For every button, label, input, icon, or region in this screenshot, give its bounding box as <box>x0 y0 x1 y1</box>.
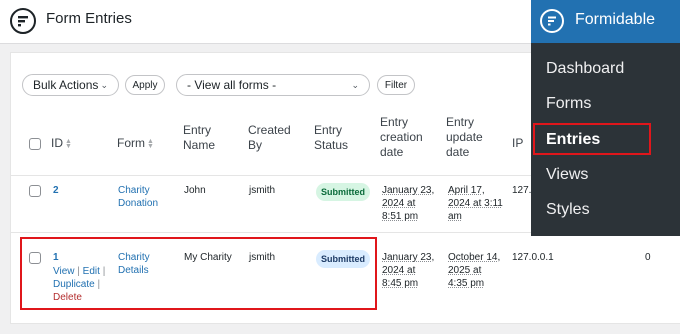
creation-date-line3: 8:45 pm <box>382 278 419 289</box>
formidable-logo-icon <box>10 8 36 34</box>
menu-item-forms[interactable]: Forms <box>546 95 591 113</box>
column-update-date-line3: date <box>446 145 470 159</box>
column-update-date-line2: update <box>446 130 483 144</box>
ip-address: 127.0.0.1 <box>512 252 554 263</box>
column-entry-name-line2: Name <box>183 138 216 152</box>
column-entry-status[interactable]: Entry Status <box>314 123 348 153</box>
column-id[interactable]: ID ▲ ▼ <box>51 136 72 151</box>
bulk-actions-label: Bulk Actions <box>33 78 99 92</box>
column-creation-date-line3: date <box>380 145 404 159</box>
entry-name: John <box>184 185 206 196</box>
row-checkbox[interactable] <box>29 185 41 197</box>
status-badge: Submitted <box>316 183 370 201</box>
extra-count: 0 <box>645 252 651 263</box>
menu-item-views[interactable]: Views <box>546 166 588 184</box>
creation-date-line3: 8:51 pm <box>382 211 419 222</box>
column-creation-date[interactable]: Entry creation date <box>380 115 423 160</box>
filter-button[interactable]: Filter <box>377 75 415 95</box>
form-link[interactable]: Charity Donation <box>118 184 158 210</box>
column-ip-label: IP <box>512 136 524 150</box>
creation-date: January 23, 2024 at 8:45 pm <box>382 251 434 290</box>
column-entry-name-line1: Entry <box>183 123 212 137</box>
column-form-label: Form <box>117 136 145 150</box>
select-all-checkbox[interactable] <box>29 138 41 150</box>
creation-date-line1: January 23, <box>382 185 435 196</box>
entries-highlight-box <box>533 123 651 155</box>
column-update-date-line1: Entry <box>446 115 475 129</box>
creation-date-line2: 2024 at <box>382 198 416 209</box>
column-id-label: ID <box>51 136 63 150</box>
forms-filter-select[interactable]: - View all forms - ⌄ <box>176 74 370 96</box>
column-created-by[interactable]: Created By <box>248 123 291 153</box>
formidable-logo-icon <box>540 9 564 33</box>
formidable-menu: Formidable Dashboard Forms Entries Views… <box>531 0 680 236</box>
column-created-by-line2: By <box>248 138 263 152</box>
page-title: Form Entries <box>46 10 132 27</box>
created-by: jsmith <box>249 185 276 196</box>
update-date: April 17, 2024 at 3:11 am <box>448 184 503 223</box>
column-created-by-line1: Created <box>248 123 291 137</box>
menu-header[interactable]: Formidable <box>531 0 680 43</box>
form-link-line1: Charity <box>118 185 150 196</box>
chevron-down-icon: ⌄ <box>100 79 108 90</box>
menu-item-dashboard[interactable]: Dashboard <box>546 60 624 78</box>
menu-title: Formidable <box>575 11 656 28</box>
creation-date: January 23, 2024 at 8:51 pm <box>382 184 434 223</box>
entry-highlight-box <box>20 237 377 310</box>
sort-icon: ▲ ▼ <box>147 137 154 150</box>
bulk-actions-select[interactable]: Bulk Actions ⌄ <box>22 74 119 96</box>
update-date-line1: April 17, <box>448 185 485 196</box>
column-ip[interactable]: IP <box>512 136 523 151</box>
column-entry-status-line2: Status <box>314 138 349 152</box>
update-date-line1: October 14, <box>448 252 501 263</box>
update-date-line2: 2024 at 3:11 <box>448 198 503 209</box>
form-link-line2: Donation <box>118 198 159 209</box>
column-creation-date-line1: Entry <box>380 115 409 129</box>
sort-icon: ▲ ▼ <box>65 137 72 150</box>
page: Form Entries Bulk Actions ⌄ Apply - View… <box>0 0 680 334</box>
update-date: October 14, 2025 at 4:35 pm <box>448 251 500 290</box>
column-entry-status-line1: Entry <box>314 123 343 137</box>
creation-date-line2: 2024 at <box>382 265 416 276</box>
update-date-line3: am <box>448 211 462 222</box>
update-date-line3: 4:35 pm <box>448 278 485 289</box>
chevron-down-icon: ⌄ <box>351 79 359 90</box>
update-date-line2: 2025 at <box>448 265 482 276</box>
column-update-date[interactable]: Entry update date <box>446 115 483 160</box>
column-creation-date-line2: creation <box>380 130 423 144</box>
creation-date-line1: January 23, <box>382 252 435 263</box>
column-entry-name[interactable]: Entry Name <box>183 123 215 153</box>
apply-button[interactable]: Apply <box>125 75 165 95</box>
forms-filter-label: - View all forms - <box>187 78 277 92</box>
entry-id-link[interactable]: 2 <box>53 184 59 197</box>
menu-item-styles[interactable]: Styles <box>546 201 590 219</box>
column-form[interactable]: Form ▲ ▼ <box>117 136 154 151</box>
